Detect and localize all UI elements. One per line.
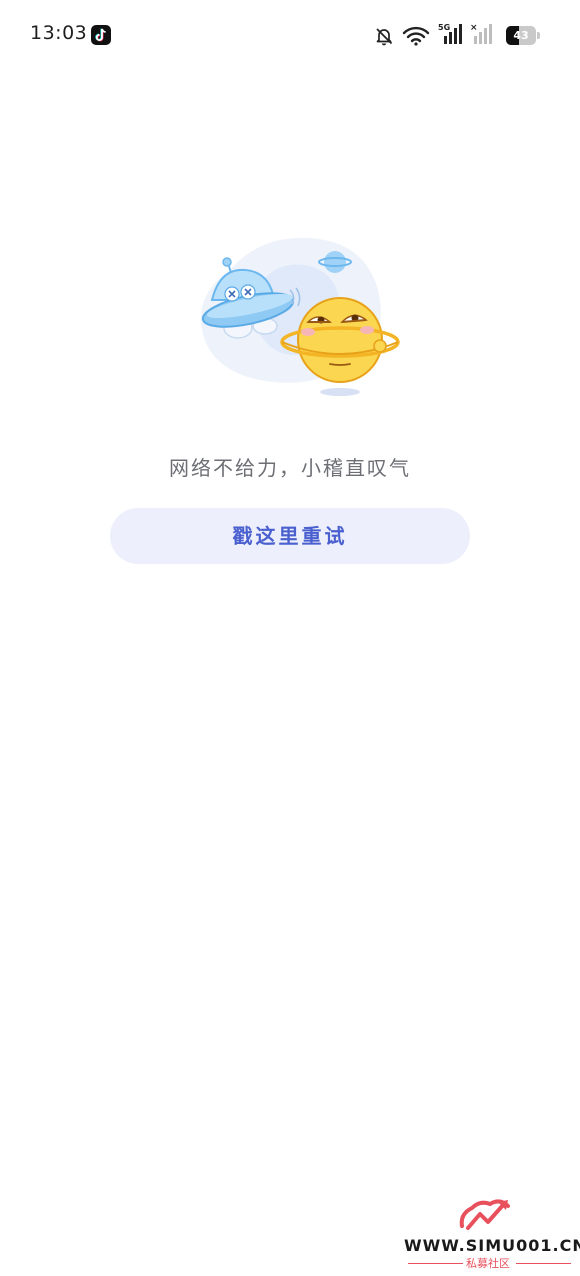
battery-level: 43 [513,29,529,42]
status-bar: 13:03 5G × 43 [0,0,580,70]
wifi-icon [402,26,430,46]
status-time: 13:03 [30,22,88,44]
signal-5g-label: 5G [438,23,450,32]
battery-icon: 43 [506,26,542,45]
watermark: WWW.SIMU001.CN 私募社区 [400,1192,580,1276]
signal-5g-icon: 5G [438,22,468,46]
signal-icon: × [470,22,496,46]
retry-button[interactable]: 戳这里重试 [110,508,470,564]
simu-logo-icon [458,1196,520,1234]
bell-off-icon [374,26,394,46]
tiktok-icon [91,25,111,45]
svg-text:×: × [470,23,478,33]
watermark-site: WWW.SIMU001.CN [404,1236,580,1255]
ufo-and-planet-illustration [190,230,400,400]
error-message: 网络不给力，小稽直叹气 [169,456,411,480]
